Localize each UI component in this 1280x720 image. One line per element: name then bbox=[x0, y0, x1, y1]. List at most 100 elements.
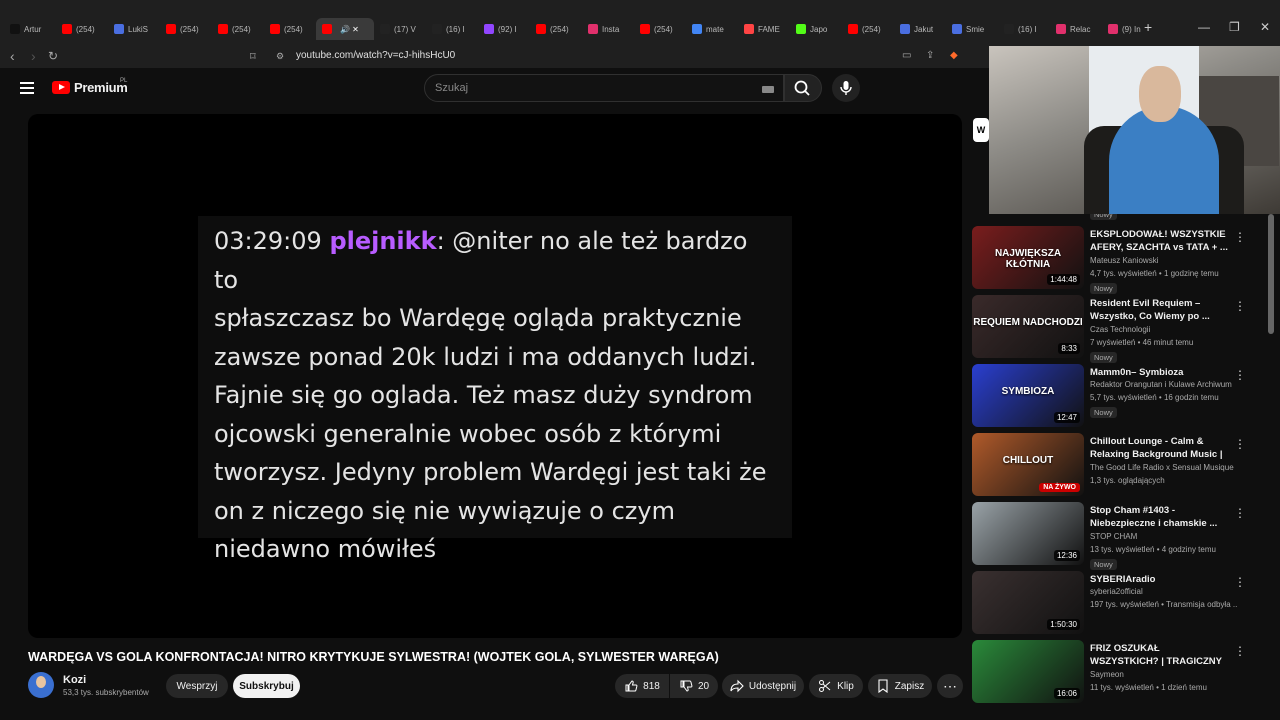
sidebar-scrollbar[interactable] bbox=[1268, 214, 1274, 334]
browser-tab[interactable]: LukiS bbox=[108, 18, 160, 40]
share-page-icon[interactable]: ⇪ bbox=[926, 50, 934, 61]
video-thumbnail[interactable]: REQUIEM NADCHODZI 8:33 bbox=[972, 295, 1084, 358]
browser-tab[interactable]: 🔊 ✕ bbox=[316, 18, 374, 40]
search-input[interactable]: Szukaj bbox=[424, 74, 784, 102]
recommendation-title[interactable]: EKSPLODOWAŁ! WSZYSTKIE AFERY, SZACHTA vs… bbox=[1090, 228, 1230, 254]
recommendation-meta: 197 tys. wyświetleń • Transmisja odbyła … bbox=[1090, 600, 1238, 609]
search-icon bbox=[794, 80, 810, 96]
save-button[interactable]: Zapisz bbox=[868, 674, 932, 698]
youtube-logo[interactable]: Premium PL bbox=[52, 78, 128, 95]
recommendation-item[interactable]: NAJWIĘKSZA KŁÓTNIA 1:44:48 EKSPLODOWAŁ! WS… bbox=[972, 226, 1246, 294]
recommendation-item[interactable]: 12:36 Stop Cham #1403 - Niebezpieczne i c… bbox=[972, 502, 1246, 570]
browser-tab[interactable]: (254) bbox=[634, 18, 686, 40]
video-thumbnail[interactable]: 12:36 bbox=[972, 502, 1084, 565]
recommendation-item[interactable]: 16:06 FRIZ OSZUKAŁ WSZYSTKICH? | TRAGICZN… bbox=[972, 640, 1246, 704]
maximize-icon[interactable]: ❐ bbox=[1229, 20, 1240, 34]
tab-label: (254) bbox=[76, 24, 95, 34]
recommendation-item[interactable]: SYMBIOZA 12:47 Mamm0n– Symbioza Redaktor Or… bbox=[972, 364, 1246, 428]
channel-name[interactable]: Kozi bbox=[63, 674, 86, 686]
recommendation-meta: 4,7 tys. wyświetleń • 1 godzinę temu bbox=[1090, 269, 1219, 278]
recommendation-channel[interactable]: STOP CHAM bbox=[1090, 532, 1238, 541]
thumbnail-text: SYMBIOZA bbox=[1001, 386, 1055, 397]
more-options-icon[interactable]: ⋮ bbox=[1234, 230, 1246, 244]
recommendation-meta: 5,7 tys. wyświetleń • 16 godzin temu bbox=[1090, 393, 1219, 402]
forward-icon[interactable]: › bbox=[31, 48, 36, 64]
browser-tab[interactable]: (254) bbox=[56, 18, 108, 40]
webcam-head bbox=[1139, 66, 1181, 122]
video-thumbnail[interactable]: NAJWIĘKSZA KŁÓTNIA 1:44:48 bbox=[972, 226, 1084, 289]
recommendation-channel[interactable]: Czas Technologii bbox=[1090, 325, 1238, 334]
recommendation-channel[interactable]: Saymeon bbox=[1090, 670, 1238, 679]
close-window-icon[interactable]: ✕ bbox=[1260, 20, 1270, 34]
more-options-icon[interactable]: ⋮ bbox=[1234, 299, 1246, 313]
more-options-icon[interactable]: ⋮ bbox=[1234, 644, 1246, 658]
browser-tab[interactable]: Jakut bbox=[894, 18, 946, 40]
brave-shield-icon[interactable]: ◆ bbox=[950, 50, 958, 61]
cast-icon[interactable]: ▭ bbox=[902, 50, 911, 61]
browser-tab[interactable]: Japo bbox=[790, 18, 842, 40]
menu-icon[interactable] bbox=[20, 82, 34, 94]
recommendation-channel[interactable]: syberia2official bbox=[1090, 587, 1238, 596]
browser-tab[interactable]: (16) I bbox=[998, 18, 1050, 40]
url-field[interactable]: youtube.com/watch?v=cJ-hihsHcU0 bbox=[296, 50, 455, 61]
bookmark-icon[interactable]: ⌑ bbox=[250, 50, 256, 63]
search-button[interactable] bbox=[784, 74, 822, 102]
recommendation-title[interactable]: Stop Cham #1403 - Niebezpieczne i chamsk… bbox=[1090, 504, 1230, 530]
browser-tab[interactable]: (254) bbox=[530, 18, 582, 40]
browser-tab[interactable]: (254) bbox=[842, 18, 894, 40]
recommendation-item[interactable]: CHILLOUT NA ŻYWO Chillout Lounge - Calm & … bbox=[972, 433, 1246, 497]
more-options-icon[interactable]: ⋮ bbox=[1234, 506, 1246, 520]
more-options-icon[interactable]: ⋮ bbox=[1234, 368, 1246, 382]
subscribe-button[interactable]: Subskrybuj bbox=[233, 674, 300, 698]
recommendation-item[interactable]: 1:50:30 SYBERIAradio syberia2official 197 t… bbox=[972, 571, 1246, 635]
video-thumbnail[interactable]: 16:06 bbox=[972, 640, 1084, 703]
recommendation-channel[interactable]: Redaktor Orangutan i Kulawe Archiwum bbox=[1090, 380, 1238, 389]
video-thumbnail[interactable]: CHILLOUT NA ŻYWO bbox=[972, 433, 1084, 496]
tab-favicon-icon bbox=[588, 24, 598, 34]
share-button[interactable]: Udostępnij bbox=[722, 674, 804, 698]
more-actions-button[interactable]: ⋯ bbox=[937, 674, 963, 698]
like-button[interactable]: 818 bbox=[615, 674, 669, 698]
more-options-icon[interactable]: ⋮ bbox=[1234, 437, 1246, 451]
tab-audio-close-icon[interactable]: 🔊 ✕ bbox=[340, 25, 359, 34]
dislike-button[interactable]: 20 bbox=[670, 674, 718, 698]
browser-tab[interactable]: (254) bbox=[264, 18, 316, 40]
site-info-icon[interactable]: ⚙ bbox=[276, 51, 284, 62]
keyboard-icon[interactable] bbox=[762, 86, 774, 93]
browser-tab[interactable]: (92) I bbox=[478, 18, 530, 40]
live-badge: NA ŻYWO bbox=[1039, 483, 1080, 492]
tab-favicon-icon bbox=[848, 24, 858, 34]
recommendation-title[interactable]: FRIZ OSZUKAŁ WSZYSTKICH? | TRAGICZNY Upa… bbox=[1090, 642, 1230, 668]
browser-tab[interactable]: (254) bbox=[160, 18, 212, 40]
recommendation-channel[interactable]: Mateusz Kaniowski bbox=[1090, 256, 1238, 265]
voice-search-button[interactable] bbox=[832, 74, 860, 102]
video-player[interactable]: 03:29:09 plejnikk: @niter no ale też bar… bbox=[28, 114, 962, 638]
new-tab-icon[interactable]: + bbox=[1144, 19, 1152, 35]
recommendation-item[interactable]: REQUIEM NADCHODZI 8:33 Resident Evil Requi… bbox=[972, 295, 1246, 363]
recommendation-title[interactable]: Mamm0n– Symbioza bbox=[1090, 366, 1230, 379]
chat-timestamp: 03:29:09 bbox=[214, 227, 322, 255]
minimize-icon[interactable]: — bbox=[1198, 20, 1210, 34]
browser-tab[interactable]: (17) V bbox=[374, 18, 426, 40]
video-thumbnail[interactable]: 1:50:30 bbox=[972, 571, 1084, 634]
browser-tab[interactable]: mate bbox=[686, 18, 738, 40]
browser-tab[interactable]: (16) I bbox=[426, 18, 478, 40]
reload-icon[interactable]: ↻ bbox=[48, 49, 58, 63]
more-options-icon[interactable]: ⋮ bbox=[1234, 575, 1246, 589]
share-label: Udostępnij bbox=[748, 680, 797, 692]
clip-button[interactable]: Klip bbox=[809, 674, 863, 698]
browser-tab[interactable]: FAME bbox=[738, 18, 790, 40]
back-icon[interactable]: ‹ bbox=[10, 48, 15, 64]
video-thumbnail[interactable]: SYMBIOZA 12:47 bbox=[972, 364, 1084, 427]
recommendation-title[interactable]: SYBERIAradio bbox=[1090, 573, 1230, 586]
browser-tab[interactable]: Insta bbox=[582, 18, 634, 40]
channel-avatar[interactable] bbox=[28, 672, 54, 698]
browser-tab[interactable]: (254) bbox=[212, 18, 264, 40]
browser-tab[interactable]: Artur bbox=[4, 18, 56, 40]
recommendation-title[interactable]: Chillout Lounge - Calm & Relaxing Backgr… bbox=[1090, 435, 1230, 461]
recommendation-title[interactable]: Resident Evil Requiem – Wszystko, Co Wie… bbox=[1090, 297, 1230, 323]
browser-tab[interactable]: Smie bbox=[946, 18, 998, 40]
recommendation-channel[interactable]: The Good Life Radio x Sensual Musique bbox=[1090, 463, 1238, 472]
support-button[interactable]: Wesprzyj bbox=[166, 674, 228, 698]
browser-tab[interactable]: Relac bbox=[1050, 18, 1102, 40]
